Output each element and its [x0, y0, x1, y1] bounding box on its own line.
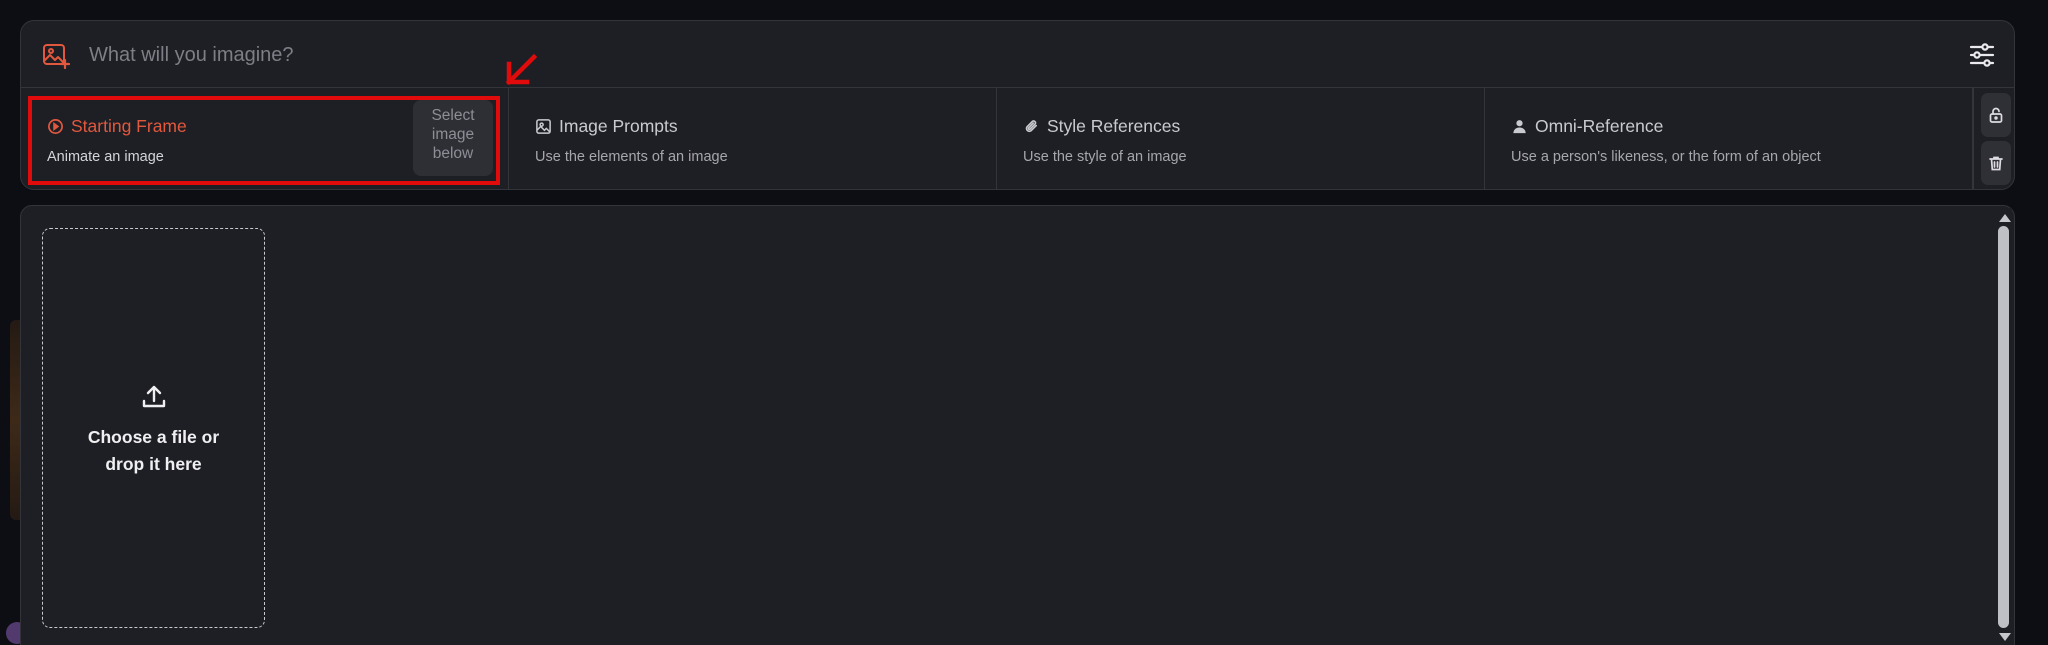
omni-reference-title: Omni-Reference [1511, 116, 1663, 137]
image-prompts-title: Image Prompts [535, 116, 678, 137]
option-style-references[interactable]: Style References Use the style of an ima… [997, 88, 1485, 189]
option-description: Use the style of an image [1023, 149, 1187, 165]
option-description: Use a person's likeness, or the form of … [1511, 149, 1821, 165]
option-description: Use the elements of an image [535, 149, 728, 165]
prompt-row [21, 21, 2014, 88]
dropzone-line-2: drop it here [105, 454, 202, 474]
image-icon [536, 119, 551, 134]
scrollbar[interactable] [1996, 208, 2012, 645]
arrow-annotation-icon [505, 53, 538, 86]
delete-button[interactable] [1981, 141, 2011, 185]
scroll-down-icon[interactable] [1999, 633, 2011, 641]
person-icon [1513, 120, 1526, 134]
settings-sliders-icon[interactable] [1968, 41, 1996, 69]
option-title: Omni-Reference [1535, 116, 1664, 136]
upload-icon [142, 385, 166, 408]
option-title: Style References [1047, 116, 1181, 136]
image-gallery-panel: Choose a file or drop it here [20, 205, 2015, 645]
side-actions [1973, 87, 2015, 190]
unlock-button[interactable] [1981, 93, 2011, 137]
add-image-icon[interactable] [41, 41, 71, 71]
scroll-thumb[interactable] [1998, 226, 2009, 628]
option-image-prompts[interactable]: Image Prompts Use the elements of an ima… [509, 88, 997, 189]
scroll-up-icon[interactable] [1999, 214, 2011, 222]
trash-icon [1989, 156, 2003, 171]
style-references-title: Style References [1023, 116, 1180, 137]
file-dropzone[interactable]: Choose a file or drop it here [42, 228, 265, 628]
paperclip-icon [1025, 120, 1038, 133]
app-stage: Starting Frame Animate an image Select i… [0, 0, 2048, 645]
highlight-annotation [28, 96, 500, 185]
dropzone-label: Choose a file or drop it here [43, 424, 264, 478]
prompt-input[interactable] [89, 40, 1889, 70]
option-omni-reference[interactable]: Omni-Reference Use a person's likeness, … [1485, 88, 1973, 189]
unlock-icon [1989, 107, 2003, 123]
dropzone-line-1: Choose a file or [87, 427, 220, 447]
option-title: Image Prompts [559, 116, 678, 136]
